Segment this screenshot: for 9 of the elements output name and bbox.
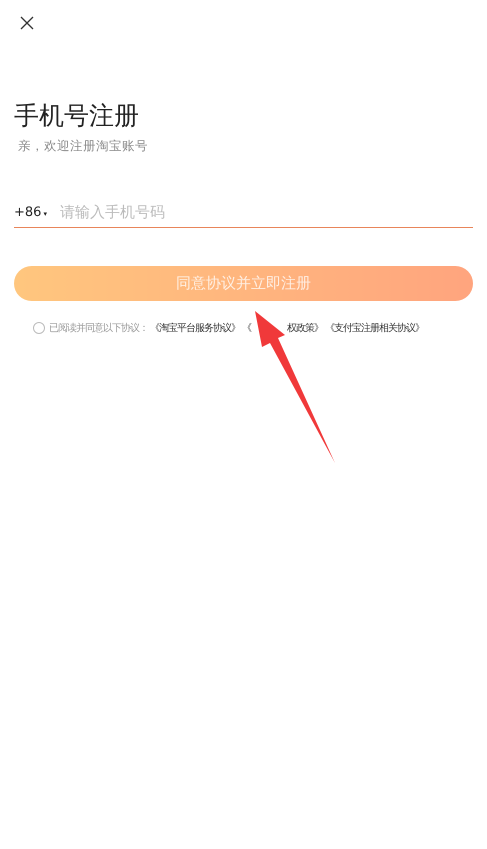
agreement-radio[interactable] — [33, 322, 45, 334]
agreement-text: 已阅读并同意以下协议： — [49, 322, 148, 335]
agreement-link[interactable]: 《淘宝平台服务协议》 — [150, 321, 240, 335]
agreement-link[interactable]: 《 — [242, 321, 251, 335]
close-icon[interactable] — [20, 16, 34, 30]
page-title: 手机号注册 — [14, 100, 140, 132]
agreement-link[interactable]: 权政策》 — [287, 321, 323, 335]
agreement-link[interactable]: 《支付宝注册相关协议》 — [325, 321, 424, 335]
welcome-text: 亲，欢迎注册淘宝账号 — [18, 138, 149, 155]
